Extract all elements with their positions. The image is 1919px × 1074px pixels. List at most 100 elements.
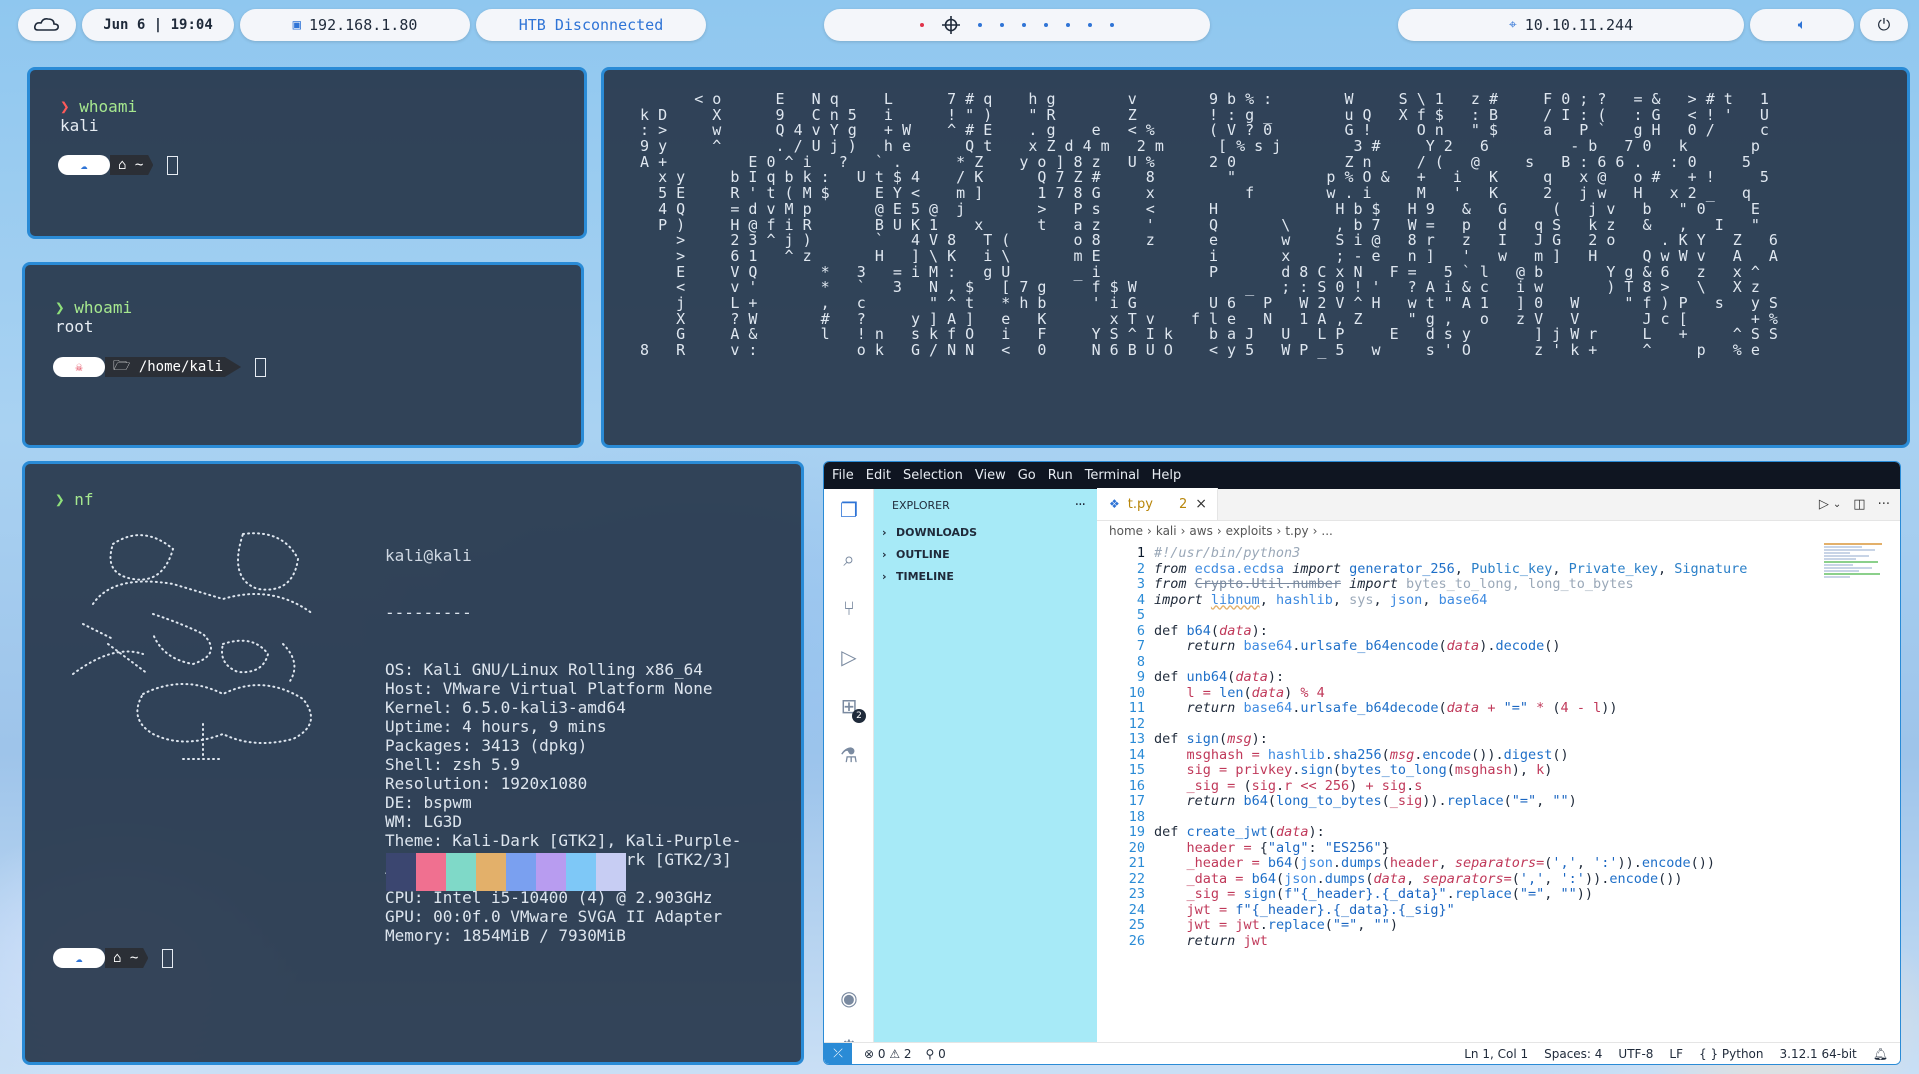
run-debug-icon[interactable]: ▷ xyxy=(836,644,862,670)
workspace-dot[interactable] xyxy=(1000,23,1004,27)
workspace-dot[interactable] xyxy=(978,23,982,27)
editor-actions: ▷ ⌄ ◫ ··· xyxy=(1819,497,1890,512)
folder-icon: 🗁 xyxy=(113,358,131,374)
workspace-dot[interactable] xyxy=(1066,23,1070,27)
prompt-chevron: ❯ xyxy=(55,490,65,509)
line-number: 8 xyxy=(1136,653,1145,670)
chevron-down-icon[interactable]: ⌄ xyxy=(1833,497,1841,512)
menu-item-go[interactable]: Go xyxy=(1018,468,1036,483)
line-number: 14 xyxy=(1128,746,1145,763)
menu-item-edit[interactable]: Edit xyxy=(866,468,891,483)
breadcrumb-item[interactable]: t.py xyxy=(1285,524,1308,538)
vscode-window: File Edit Selection View Go Run Terminal Help ❐… xyxy=(823,461,1901,1065)
menu-item-terminal[interactable]: Terminal xyxy=(1085,468,1140,483)
htb-status-pill[interactable]: HTB Disconnected xyxy=(476,9,706,41)
tab-t-py[interactable]: ❖ t.py 2 × xyxy=(1097,488,1218,520)
date-time: Jun 6 | 19:04 xyxy=(103,17,213,33)
terminal-root[interactable]: ❯ whoami root ☠ 🗁 /home/kali xyxy=(22,262,584,448)
info-line: Uptime: 4 hours, 9 mins xyxy=(385,717,607,736)
home-icon: ⌂ xyxy=(113,950,122,966)
vpn-ip-pill[interactable]: ⌖ 10.10.11.244 xyxy=(1398,9,1744,41)
notifications-bell-icon[interactable]: 🔔︎ xyxy=(1873,1047,1888,1061)
breadcrumb-item[interactable]: aws xyxy=(1189,524,1212,538)
distro-logo-button[interactable] xyxy=(18,9,76,41)
matrix-row: < v ' * ` 3 N , $ [ 7 g f $ W _ ; : S 0 … xyxy=(622,278,1760,297)
ports-indicator[interactable]: ⚲ 0 xyxy=(926,1047,946,1061)
terminal-cursor xyxy=(167,155,179,175)
run-icon[interactable]: ▷ xyxy=(1819,497,1829,512)
code-line: import libnum, hashlib, sys, json, base6… xyxy=(1154,591,1488,608)
remote-icon[interactable]: ⤫ xyxy=(824,1042,852,1064)
command-output: root xyxy=(55,317,94,336)
account-icon[interactable]: ◉ xyxy=(836,985,862,1011)
info-line: DE: bspwm xyxy=(385,793,472,812)
color-swatch xyxy=(416,853,446,891)
cursor-position[interactable]: Ln 1, Col 1 xyxy=(1464,1047,1528,1061)
menu-item-selection[interactable]: Selection xyxy=(903,468,963,483)
minimap[interactable] xyxy=(1824,543,1888,593)
extensions-icon[interactable]: ⊞ 2 xyxy=(836,693,866,723)
menu-item-help[interactable]: Help xyxy=(1152,468,1182,483)
workspace-dot[interactable] xyxy=(1022,23,1026,27)
tab-problem-count: 2 xyxy=(1178,496,1188,512)
tab-label: t.py xyxy=(1127,496,1153,512)
local-ip-pill[interactable]: ▣ 192.168.1.80 xyxy=(240,9,470,41)
code-view[interactable]: 1 #!/usr/bin/python3 2 from ecdsa.ecdsa imp… xyxy=(1097,543,1800,1042)
indentation[interactable]: Spaces: 4 xyxy=(1544,1047,1602,1061)
dir-segment: 🗁 /home/kali xyxy=(105,357,242,377)
testing-icon[interactable]: ⚗ xyxy=(836,742,862,768)
breadcrumb-item[interactable]: kali xyxy=(1156,524,1177,538)
command-text: whoami xyxy=(79,97,138,116)
language-mode[interactable]: { } Python xyxy=(1699,1047,1764,1061)
info-line: OS: Kali GNU/Linux Rolling x86_64 xyxy=(385,660,703,679)
explorer-more-button[interactable]: ··· xyxy=(1075,497,1086,513)
explorer-icon[interactable]: ❐ xyxy=(836,497,862,523)
breadcrumb: home › kali › aws › exploits › t.py ›... xyxy=(1097,521,1900,541)
clock-pill[interactable]: Jun 6 | 19:04 xyxy=(82,9,234,41)
dir-segment: ⌂ ~ xyxy=(105,948,149,968)
section-timeline[interactable]: › TIMELINE xyxy=(874,565,1097,587)
workspace-dot[interactable] xyxy=(1044,23,1048,27)
crosshair-icon[interactable] xyxy=(942,16,960,34)
breadcrumb-item[interactable]: ... xyxy=(1321,524,1332,538)
split-editor-icon[interactable]: ◫ xyxy=(1853,497,1865,512)
color-swatch xyxy=(596,853,626,891)
search-icon[interactable]: ⌕ xyxy=(836,546,862,572)
section-outline[interactable]: › OUTLINE xyxy=(874,543,1097,565)
editor-area: ❖ t.py 2 × ▷ ⌄ ◫ ··· home › kali › aws › explo… xyxy=(1097,488,1900,1042)
ports-count: 0 xyxy=(938,1046,946,1061)
workspace-dot[interactable] xyxy=(1088,23,1092,27)
close-icon[interactable]: × xyxy=(1195,496,1207,512)
info-line: Host: VMware Virtual Platform None xyxy=(385,679,713,698)
prompt-segments: ☁ ⌂ ~ xyxy=(53,948,174,968)
more-actions-icon[interactable]: ··· xyxy=(1878,497,1890,512)
workspace-dot[interactable] xyxy=(920,23,924,27)
code-line: _header = b64(json.dumps(header, separat… xyxy=(1186,855,1716,871)
menu-item-file[interactable]: File xyxy=(832,468,854,483)
breadcrumb-item[interactable]: exploits xyxy=(1226,524,1273,538)
line-number: 9 xyxy=(1136,669,1145,685)
terminal-user[interactable]: ❯ whoami kali ☁ ⌂ ~ xyxy=(27,67,587,239)
python-interpreter[interactable]: 3.12.1 64-bit xyxy=(1780,1047,1857,1061)
chevron-right-icon: › xyxy=(882,547,887,561)
volume-button[interactable]: 🔈︎ xyxy=(1750,9,1854,41)
problems-indicator[interactable]: ⊗ 0 ⚠ 2 xyxy=(864,1047,912,1061)
breadcrumb-item[interactable]: home xyxy=(1109,524,1143,538)
section-downloads[interactable]: › DOWNLOADS xyxy=(874,521,1097,543)
explorer-sidebar: EXPLORER ··· › DOWNLOADS › OUTLINE › TIMELI… xyxy=(874,489,1097,1042)
menu-item-run[interactable]: Run xyxy=(1048,468,1073,483)
terminal-matrix[interactable]: < o E N q L 7 # q h g v 9 b % : W S \ 1 … xyxy=(601,67,1910,448)
separator: --------- xyxy=(385,603,472,622)
workspace-dot[interactable] xyxy=(1110,23,1114,27)
code-line: header = {"alg": "ES256"} xyxy=(1186,839,1390,856)
workspaces-bar xyxy=(824,9,1210,41)
code-line: def create_jwt(data): xyxy=(1154,824,1325,840)
encoding[interactable]: UTF-8 xyxy=(1618,1047,1653,1061)
source-control-icon[interactable]: ⑂ xyxy=(836,595,862,621)
power-button[interactable]: ⏻ xyxy=(1860,9,1908,41)
line-ending[interactable]: LF xyxy=(1669,1047,1683,1061)
menu-item-view[interactable]: View xyxy=(975,468,1006,483)
section-label: TIMELINE xyxy=(896,569,954,583)
terminal-neofetch[interactable]: ❯ nf kali@kali --------- OS: Kali GNU/Li… xyxy=(22,461,804,1065)
chevron-right-icon: › xyxy=(882,525,887,539)
